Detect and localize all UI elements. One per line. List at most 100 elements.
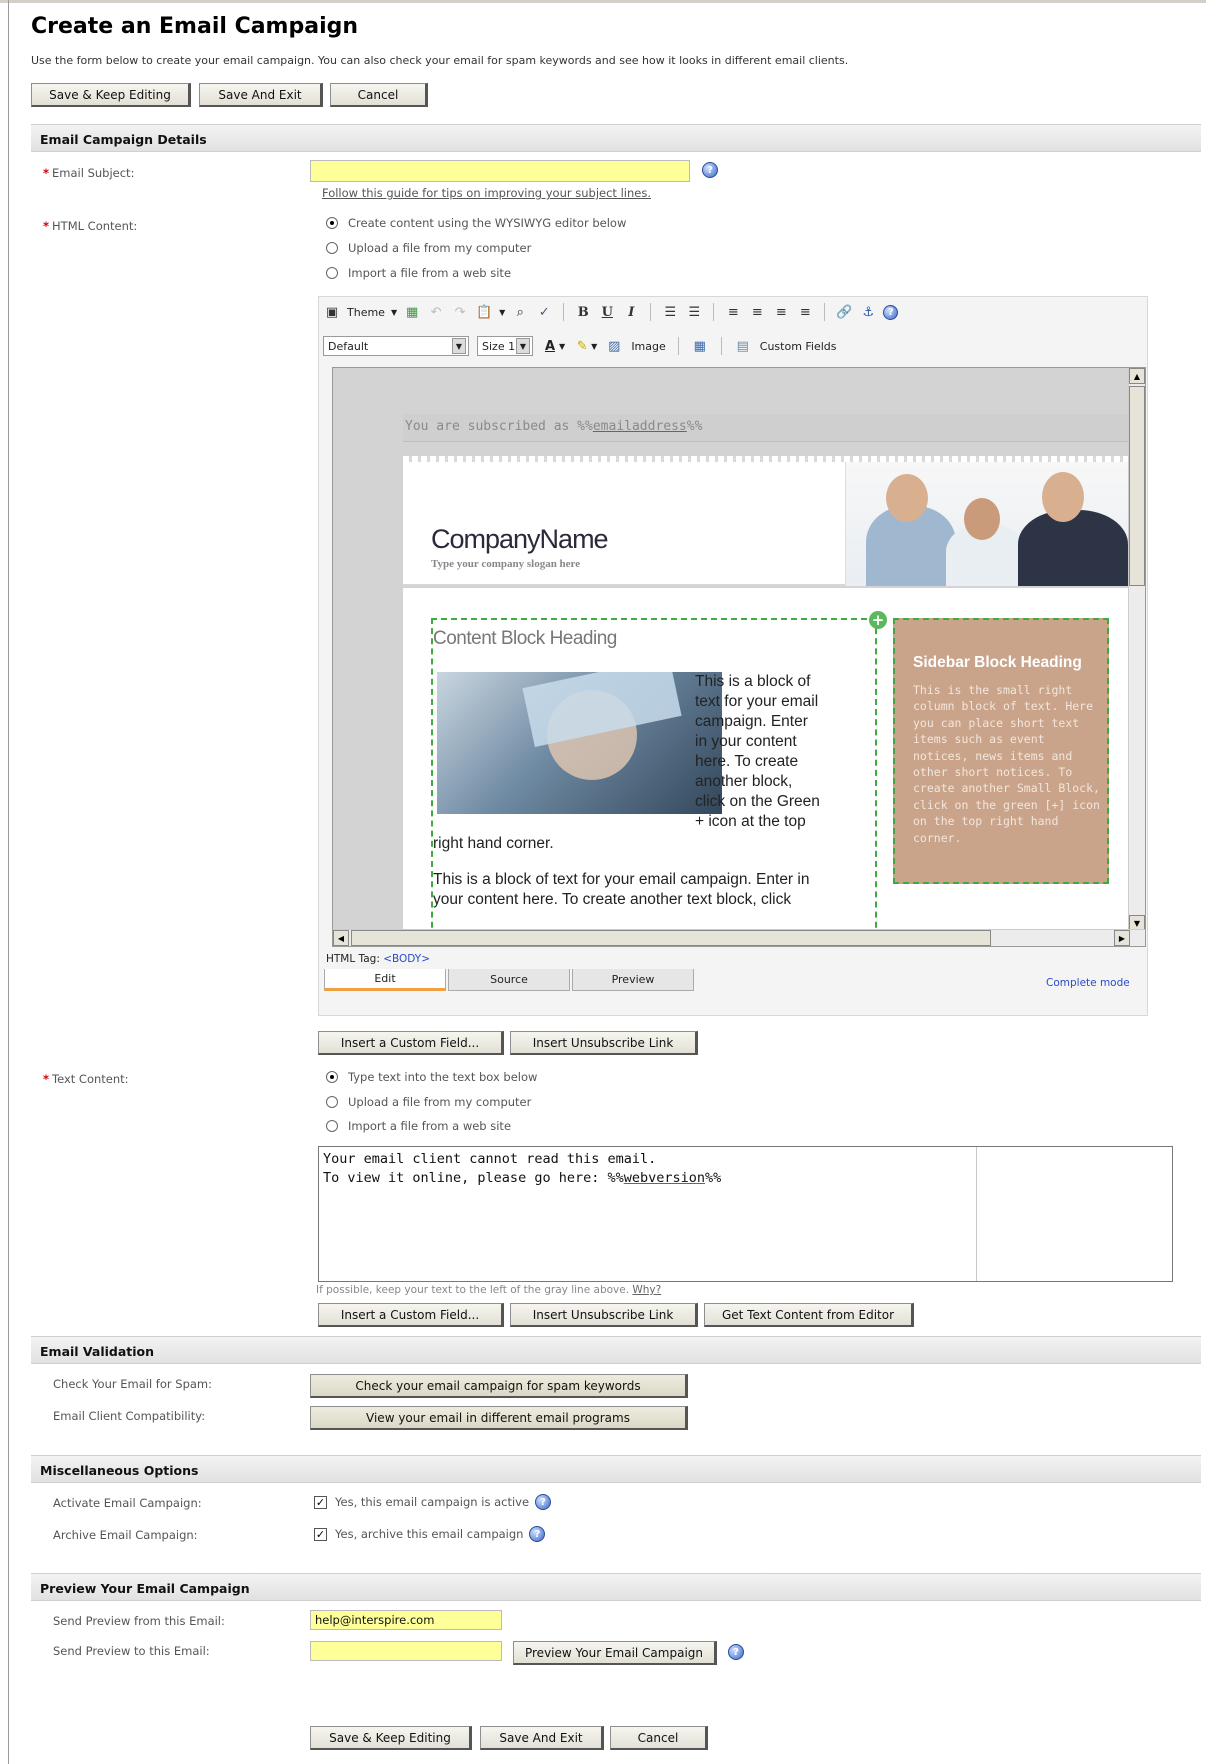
- table-icon[interactable]: ▦: [403, 303, 421, 321]
- spellcheck-icon[interactable]: ✓: [535, 303, 553, 321]
- custom-fields-icon[interactable]: ▤: [734, 337, 752, 355]
- paste-icon[interactable]: 📋: [475, 303, 493, 321]
- radio[interactable]: [326, 1096, 338, 1108]
- radio-selected[interactable]: [326, 1071, 338, 1083]
- italic-icon[interactable]: I: [622, 303, 640, 321]
- html-content-label: * HTML Content:: [43, 219, 137, 233]
- text-option-upload[interactable]: Upload a file from my computer: [326, 1095, 531, 1109]
- save-and-exit-button[interactable]: Save And Exit: [480, 1726, 604, 1750]
- chevron-down-icon[interactable]: ▼: [391, 308, 397, 317]
- chevron-down-icon[interactable]: ▼: [452, 338, 466, 354]
- help-icon[interactable]: ?: [883, 304, 899, 320]
- horizontal-scrollbar[interactable]: ◀ ▶: [333, 929, 1145, 946]
- undo-icon[interactable]: ↶: [427, 303, 445, 321]
- email-subject-input[interactable]: [310, 160, 690, 182]
- checkbox-checked[interactable]: ✓: [314, 1527, 327, 1541]
- help-icon[interactable]: ?: [702, 162, 718, 178]
- html-option-upload[interactable]: Upload a file from my computer: [326, 241, 531, 255]
- chevron-down-icon[interactable]: ▼: [591, 342, 597, 351]
- save-keep-editing-button[interactable]: Save & Keep Editing: [31, 83, 191, 107]
- html-option-import[interactable]: Import a file from a web site: [326, 266, 511, 280]
- text-option-import[interactable]: Import a file from a web site: [326, 1119, 511, 1133]
- check-spam-button[interactable]: Check your email campaign for spam keywo…: [310, 1374, 688, 1398]
- insert-unsubscribe-link-button[interactable]: Insert Unsubscribe Link: [510, 1303, 698, 1327]
- cancel-button[interactable]: Cancel: [330, 83, 428, 107]
- theme-icon[interactable]: ▣: [323, 303, 341, 321]
- align-justify-icon[interactable]: ≡: [796, 303, 814, 321]
- radio-selected[interactable]: [326, 217, 338, 229]
- link-icon[interactable]: 🔗: [835, 303, 853, 321]
- textarea-line-suffix: %%: [705, 1170, 722, 1186]
- image-button[interactable]: Image: [631, 340, 665, 353]
- subject-guide-link[interactable]: Follow this guide for tips on improving …: [322, 186, 651, 200]
- add-block-icon[interactable]: +: [869, 611, 887, 629]
- insert-custom-field-button[interactable]: Insert a Custom Field...: [318, 1031, 504, 1055]
- preview-to-input[interactable]: [310, 1641, 502, 1661]
- activate-checkbox[interactable]: ✓ Yes, this email campaign is active?: [314, 1494, 552, 1510]
- html-option-wysiwyg[interactable]: Create content using the WYSIWYG editor …: [326, 216, 626, 230]
- chevron-down-icon[interactable]: ▼: [499, 308, 505, 317]
- get-text-content-button[interactable]: Get Text Content from Editor: [704, 1303, 914, 1327]
- archive-checkbox[interactable]: ✓ Yes, archive this email campaign?: [314, 1526, 546, 1542]
- table-properties-icon[interactable]: ▦: [691, 337, 709, 355]
- ordered-list-icon[interactable]: ☰: [661, 303, 679, 321]
- scroll-thumb[interactable]: [1129, 386, 1145, 586]
- text-option-type[interactable]: Type text into the text box below: [326, 1070, 537, 1084]
- bullet-list-icon[interactable]: ☰: [685, 303, 703, 321]
- spam-check-label: Check Your Email for Spam:: [53, 1377, 212, 1391]
- font-select[interactable]: Default ▼: [323, 336, 469, 356]
- radio[interactable]: [326, 267, 338, 279]
- editor-canvas[interactable]: You are subscribed as %%emailaddress%% C…: [332, 367, 1146, 947]
- vertical-scrollbar[interactable]: ▲ ▼: [1128, 368, 1145, 931]
- help-icon[interactable]: ?: [535, 1494, 552, 1510]
- image-icon[interactable]: ▨: [605, 337, 623, 355]
- scroll-thumb[interactable]: [351, 930, 991, 946]
- underline-icon[interactable]: U: [598, 303, 616, 321]
- size-select[interactable]: Size 1 ▼: [477, 336, 533, 356]
- chevron-down-icon[interactable]: ▼: [559, 342, 565, 351]
- custom-fields-button[interactable]: Custom Fields: [760, 340, 837, 353]
- save-keep-editing-button[interactable]: Save & Keep Editing: [310, 1726, 472, 1750]
- text-content-textarea[interactable]: Your email client cannot read this email…: [318, 1146, 1173, 1282]
- find-icon[interactable]: ⌕: [511, 303, 529, 321]
- tab-preview[interactable]: Preview: [572, 969, 694, 991]
- redo-icon[interactable]: ↷: [451, 303, 469, 321]
- cancel-button[interactable]: Cancel: [610, 1726, 708, 1750]
- bold-icon[interactable]: B: [574, 303, 592, 321]
- scroll-up-icon[interactable]: ▲: [1129, 368, 1145, 384]
- help-icon[interactable]: ?: [728, 1644, 744, 1660]
- insert-custom-field-button[interactable]: Insert a Custom Field...: [318, 1303, 504, 1327]
- align-right-icon[interactable]: ≡: [772, 303, 790, 321]
- chevron-down-icon[interactable]: ▼: [516, 338, 530, 354]
- font-color-icon[interactable]: A: [541, 337, 559, 355]
- scroll-right-icon[interactable]: ▶: [1114, 930, 1130, 946]
- preview-from-input[interactable]: help@interspire.com: [310, 1610, 502, 1630]
- required-marker: *: [43, 166, 50, 180]
- why-link[interactable]: Why?: [632, 1284, 661, 1296]
- tab-source[interactable]: Source: [448, 969, 570, 991]
- html-tag-value[interactable]: <BODY>: [383, 953, 430, 965]
- highlight-icon[interactable]: ✎: [573, 337, 591, 355]
- help-icon[interactable]: ?: [529, 1526, 546, 1542]
- radio[interactable]: [326, 242, 338, 254]
- email-header: CompanyName Type your company slogan her…: [403, 462, 1130, 586]
- tab-edit[interactable]: Edit: [324, 969, 446, 991]
- anchor-icon[interactable]: ⚓: [859, 303, 877, 321]
- preview-email-button[interactable]: Preview Your Email Campaign: [513, 1641, 717, 1665]
- checkbox-checked[interactable]: ✓: [314, 1495, 327, 1509]
- view-email-programs-button[interactable]: View your email in different email progr…: [310, 1406, 688, 1430]
- insert-unsubscribe-link-button[interactable]: Insert Unsubscribe Link: [510, 1031, 698, 1055]
- textarea-line-prefix: To view it online, please go here: %%: [323, 1170, 624, 1186]
- scroll-left-icon[interactable]: ◀: [333, 930, 349, 946]
- complete-mode-link[interactable]: Complete mode: [1046, 977, 1130, 989]
- required-marker: *: [43, 1072, 50, 1086]
- archive-label: Archive Email Campaign:: [53, 1528, 198, 1542]
- align-left-icon[interactable]: ≡: [724, 303, 742, 321]
- toolbar-divider: [563, 303, 565, 321]
- save-and-exit-button[interactable]: Save And Exit: [199, 83, 323, 107]
- theme-menu[interactable]: Theme: [347, 306, 385, 319]
- html-content-label-text: HTML Content:: [52, 219, 138, 233]
- text-line: text for your email: [695, 693, 819, 710]
- align-center-icon[interactable]: ≡: [748, 303, 766, 321]
- radio[interactable]: [326, 1120, 338, 1132]
